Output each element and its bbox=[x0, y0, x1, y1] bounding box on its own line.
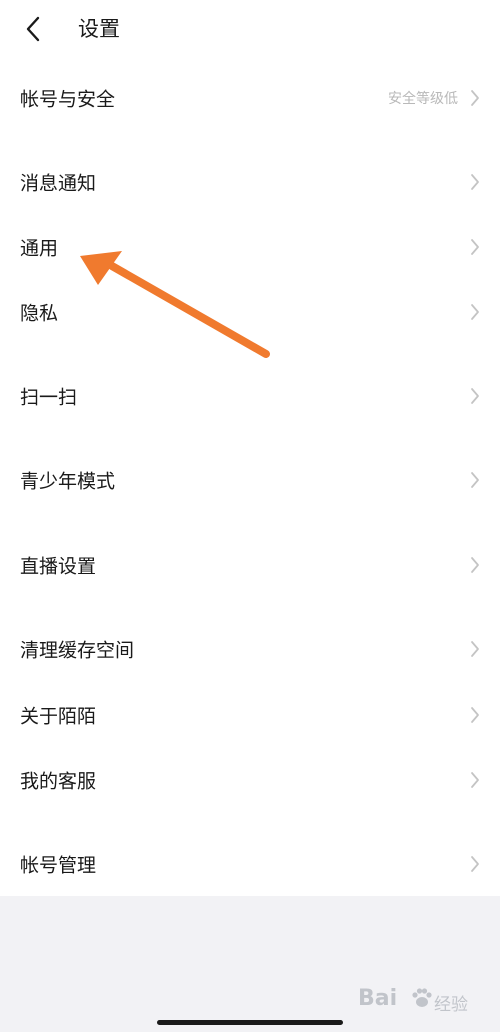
row-customer-service[interactable]: 我的客服 bbox=[0, 752, 500, 808]
chevron-right-icon bbox=[471, 90, 479, 106]
chevron-right-icon bbox=[471, 472, 479, 488]
chevron-left-icon bbox=[26, 16, 40, 42]
security-level-value: 安全等级低 bbox=[388, 91, 458, 107]
chevron-right-icon bbox=[471, 239, 479, 255]
row-label: 消息通知 bbox=[20, 172, 97, 195]
back-button[interactable] bbox=[20, 14, 50, 44]
row-label: 我的客服 bbox=[20, 770, 97, 793]
settings-page: 设置 帐号与安全 安全等级低 消息通知 通用 隐私 扫一扫 青少年模式 直播设置… bbox=[0, 0, 500, 1032]
watermark-brand: Bai bbox=[358, 986, 398, 1011]
chevron-right-icon bbox=[471, 707, 479, 723]
row-label: 帐号与安全 bbox=[20, 88, 116, 111]
row-account-security[interactable]: 帐号与安全 安全等级低 bbox=[0, 70, 500, 126]
chevron-right-icon bbox=[471, 641, 479, 657]
chevron-right-icon bbox=[471, 856, 479, 872]
paw-icon bbox=[412, 988, 432, 1007]
row-label: 通用 bbox=[20, 237, 59, 260]
chevron-right-icon bbox=[471, 772, 479, 788]
row-account-management[interactable]: 帐号管理 bbox=[0, 836, 500, 892]
home-indicator[interactable] bbox=[157, 1020, 343, 1025]
row-label: 帐号管理 bbox=[20, 854, 97, 877]
row-general[interactable]: 通用 bbox=[0, 219, 500, 275]
row-label: 扫一扫 bbox=[20, 386, 78, 409]
row-scan[interactable]: 扫一扫 bbox=[0, 368, 500, 424]
row-label: 隐私 bbox=[20, 302, 59, 325]
header: 设置 bbox=[0, 0, 500, 60]
watermark-suffix: 经验 bbox=[434, 995, 468, 1015]
row-label: 直播设置 bbox=[20, 555, 97, 578]
row-privacy[interactable]: 隐私 bbox=[0, 284, 500, 340]
page-title: 设置 bbox=[78, 17, 120, 41]
baidu-watermark: Bai 经验 bbox=[358, 982, 478, 1022]
chevron-right-icon bbox=[471, 557, 479, 573]
row-label: 关于陌陌 bbox=[20, 705, 97, 728]
row-clear-cache[interactable]: 清理缓存空间 bbox=[0, 621, 500, 677]
chevron-right-icon bbox=[471, 304, 479, 320]
row-live-settings[interactable]: 直播设置 bbox=[0, 537, 500, 593]
row-about[interactable]: 关于陌陌 bbox=[0, 687, 500, 743]
row-label: 青少年模式 bbox=[20, 470, 116, 493]
row-label: 清理缓存空间 bbox=[20, 639, 135, 662]
row-notifications[interactable]: 消息通知 bbox=[0, 154, 500, 210]
chevron-right-icon bbox=[471, 388, 479, 404]
chevron-right-icon bbox=[471, 174, 479, 190]
row-teen-mode[interactable]: 青少年模式 bbox=[0, 452, 500, 508]
